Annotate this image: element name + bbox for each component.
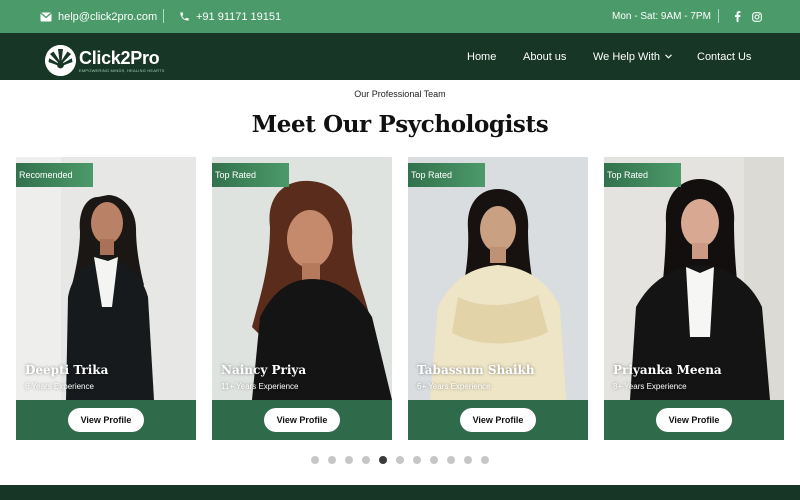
psychologist-experience: 11+ Years Experience xyxy=(221,382,299,391)
carousel-dot[interactable] xyxy=(481,456,489,464)
view-profile-button[interactable]: View Profile xyxy=(68,408,144,432)
nav-contact-us[interactable]: Contact Us xyxy=(697,33,751,80)
logo-mark-icon xyxy=(45,45,76,76)
hours-text: Mon - Sat: 9AM - 7PM xyxy=(612,11,711,22)
carousel-dot[interactable] xyxy=(464,456,472,464)
carousel-dot[interactable] xyxy=(396,456,404,464)
divider xyxy=(718,9,719,23)
psychologist-experience: 6 Years Experience xyxy=(25,382,94,391)
carousel-pagination xyxy=(0,456,800,464)
psychologist-card[interactable]: Top Rated Tabassum Shaikh 6+ Years Exper… xyxy=(408,157,588,440)
divider xyxy=(163,9,164,23)
psychologist-experience: 8+ Years Experience xyxy=(613,382,687,391)
section-eyebrow: Our Professional Team xyxy=(354,89,446,99)
email-contact[interactable]: help@click2pro.com xyxy=(40,0,157,33)
main-navbar: Click2Pro EMPOWERING MINDS, HEALING HEAR… xyxy=(0,33,800,80)
nav-home[interactable]: Home xyxy=(467,33,496,80)
facebook-link[interactable] xyxy=(734,0,741,33)
carousel-dot[interactable] xyxy=(379,456,387,464)
psychologist-card[interactable]: Top Rated Naincy Priya 11+ Years Experie… xyxy=(212,157,392,440)
nav-contact-label: Contact Us xyxy=(697,50,752,63)
nav-help-label: We Help With xyxy=(593,50,661,63)
brand-tagline: EMPOWERING MINDS, HEALING HEARTS xyxy=(79,67,165,73)
psychologist-name: Deepti Trika xyxy=(25,363,109,377)
view-profile-button[interactable]: View Profile xyxy=(460,408,536,432)
carousel-dot[interactable] xyxy=(447,456,455,464)
view-profile-button[interactable]: View Profile xyxy=(656,408,732,432)
instagram-icon xyxy=(752,11,762,22)
footer-band xyxy=(0,485,800,500)
business-hours: Mon - Sat: 9AM - 7PM xyxy=(612,0,711,33)
carousel-dot[interactable] xyxy=(311,456,319,464)
carousel-dot[interactable] xyxy=(328,456,336,464)
status-badge: Recomended xyxy=(16,163,93,187)
status-badge: Top Rated xyxy=(408,163,485,187)
psychologist-name: Naincy Priya xyxy=(221,363,307,377)
carousel-dot[interactable] xyxy=(430,456,438,464)
brand-logo[interactable]: Click2Pro EMPOWERING MINDS, HEALING HEAR… xyxy=(45,45,165,76)
facebook-icon xyxy=(734,11,741,22)
carousel-dot[interactable] xyxy=(362,456,370,464)
psychologist-card[interactable]: Top Rated Priyanka Meena 8+ Years Experi… xyxy=(604,157,784,440)
carousel-dot[interactable] xyxy=(413,456,421,464)
carousel-dot[interactable] xyxy=(345,456,353,464)
top-contact-bar: help@click2pro.com +91 91171 19151 Mon -… xyxy=(0,0,800,33)
nav-about-us[interactable]: About us xyxy=(523,33,566,80)
nav-we-help-with[interactable]: We Help With xyxy=(593,33,672,80)
phone-icon xyxy=(180,12,189,21)
psychologist-card[interactable]: Recomended Deepti Trika 6 Years Experien… xyxy=(16,157,196,440)
section-title: Meet Our Psychologists xyxy=(251,111,549,138)
phone-contact[interactable]: +91 91171 19151 xyxy=(179,0,281,33)
psychologist-name: Tabassum Shaikh xyxy=(417,363,535,377)
phone-text: +91 91171 19151 xyxy=(196,10,282,23)
chevron-down-icon xyxy=(665,54,672,59)
brand-name: Click2Pro xyxy=(79,47,160,68)
psychologist-name: Priyanka Meena xyxy=(613,363,722,377)
view-profile-button[interactable]: View Profile xyxy=(264,408,340,432)
status-badge: Top Rated xyxy=(604,163,681,187)
status-badge: Top Rated xyxy=(212,163,289,187)
psychologist-experience: 6+ Years Experience xyxy=(417,382,491,391)
logo-text: Click2Pro EMPOWERING MINDS, HEALING HEAR… xyxy=(79,47,165,73)
nav-home-label: Home xyxy=(467,50,497,63)
email-text: help@click2pro.com xyxy=(58,10,158,23)
nav-about-label: About us xyxy=(523,50,567,63)
instagram-link[interactable] xyxy=(752,0,762,33)
mail-icon xyxy=(40,12,52,21)
